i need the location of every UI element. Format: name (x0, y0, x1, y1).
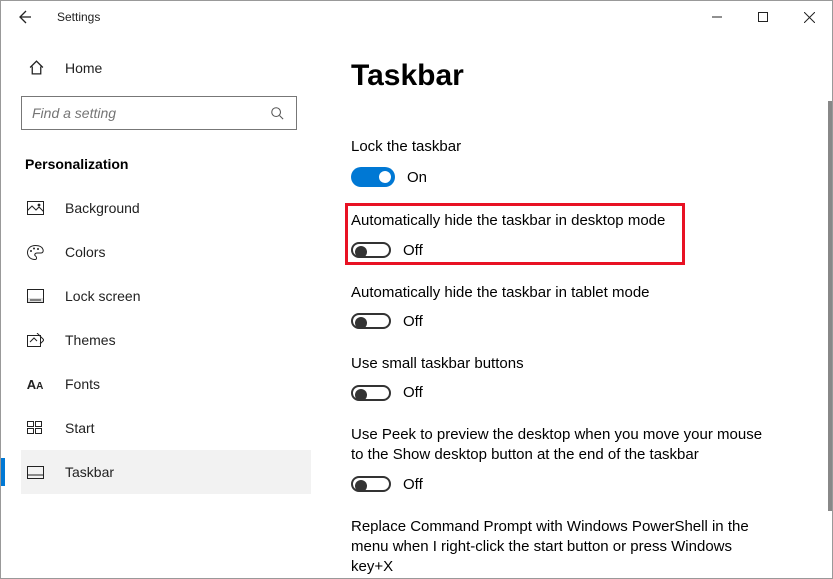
home-label: Home (65, 60, 102, 76)
search-box[interactable] (21, 96, 297, 130)
setting-autohide-tablet: Automatically hide the taskbar in tablet… (351, 283, 771, 330)
scrollbar[interactable] (828, 101, 832, 511)
taskbar-icon (25, 466, 45, 479)
lockscreen-icon (25, 289, 45, 303)
setting-label: Use Peek to preview the desktop when you… (351, 425, 771, 466)
toggle-state: Off (403, 476, 423, 493)
sidebar-item-fonts[interactable]: AA Fonts (21, 362, 311, 406)
toggle-small-buttons[interactable] (351, 385, 391, 401)
window-controls (694, 1, 832, 33)
setting-autohide-desktop: Automatically hide the taskbar in deskto… (351, 211, 771, 258)
sidebar-item-taskbar[interactable]: Taskbar (21, 450, 311, 494)
sidebar-item-label: Start (65, 420, 95, 436)
home-icon (25, 59, 47, 76)
sidebar-item-label: Lock screen (65, 288, 140, 304)
toggle-state: Off (403, 242, 423, 259)
back-button[interactable] (15, 8, 33, 26)
minimize-button[interactable] (694, 1, 740, 33)
setting-label: Lock the taskbar (351, 137, 771, 157)
search-icon (268, 106, 286, 120)
back-arrow-icon (16, 9, 32, 25)
setting-label: Use small taskbar buttons (351, 354, 771, 374)
toggle-peek-preview[interactable] (351, 476, 391, 492)
setting-powershell: Replace Command Prompt with Windows Powe… (351, 517, 771, 578)
setting-label: Replace Command Prompt with Windows Powe… (351, 517, 771, 578)
fonts-icon: AA (25, 377, 45, 392)
setting-peek-preview: Use Peek to preview the desktop when you… (351, 425, 771, 493)
minimize-icon (712, 12, 722, 22)
sidebar-item-lock-screen[interactable]: Lock screen (21, 274, 311, 318)
sidebar-item-themes[interactable]: Themes (21, 318, 311, 362)
search-input[interactable] (32, 105, 268, 121)
setting-label: Automatically hide the taskbar in tablet… (351, 283, 771, 303)
themes-icon (25, 333, 45, 348)
close-button[interactable] (786, 1, 832, 33)
sidebar-item-colors[interactable]: Colors (21, 230, 311, 274)
sidebar-item-start[interactable]: Start (21, 406, 311, 450)
sidebar-item-label: Fonts (65, 376, 100, 392)
toggle-state: Off (403, 384, 423, 401)
app-title: Settings (57, 10, 100, 24)
maximize-button[interactable] (740, 1, 786, 33)
category-header: Personalization (21, 148, 311, 186)
maximize-icon (758, 12, 768, 22)
setting-lock-taskbar: Lock the taskbar On (351, 137, 771, 187)
palette-icon (25, 245, 45, 260)
home-nav[interactable]: Home (21, 51, 311, 90)
sidebar-item-label: Themes (65, 332, 116, 348)
sidebar: Home Personalization Background Colors (1, 33, 321, 578)
setting-label: Automatically hide the taskbar in deskto… (351, 211, 771, 231)
toggle-state: Off (403, 313, 423, 330)
close-icon (804, 12, 815, 23)
toggle-lock-taskbar[interactable] (351, 167, 395, 187)
sidebar-item-label: Background (65, 200, 140, 216)
sidebar-item-background[interactable]: Background (21, 186, 311, 230)
sidebar-item-label: Colors (65, 244, 105, 260)
start-icon (25, 421, 45, 435)
nav-list: Background Colors Lock screen Themes (21, 186, 311, 494)
setting-small-buttons: Use small taskbar buttons Off (351, 354, 771, 401)
toggle-state: On (407, 169, 427, 186)
sidebar-item-label: Taskbar (65, 464, 114, 480)
toggle-autohide-desktop[interactable] (351, 242, 391, 258)
page-title: Taskbar (351, 59, 802, 93)
content-area: Taskbar Lock the taskbar On Automaticall… (321, 33, 832, 578)
image-icon (25, 201, 45, 215)
toggle-autohide-tablet[interactable] (351, 313, 391, 329)
